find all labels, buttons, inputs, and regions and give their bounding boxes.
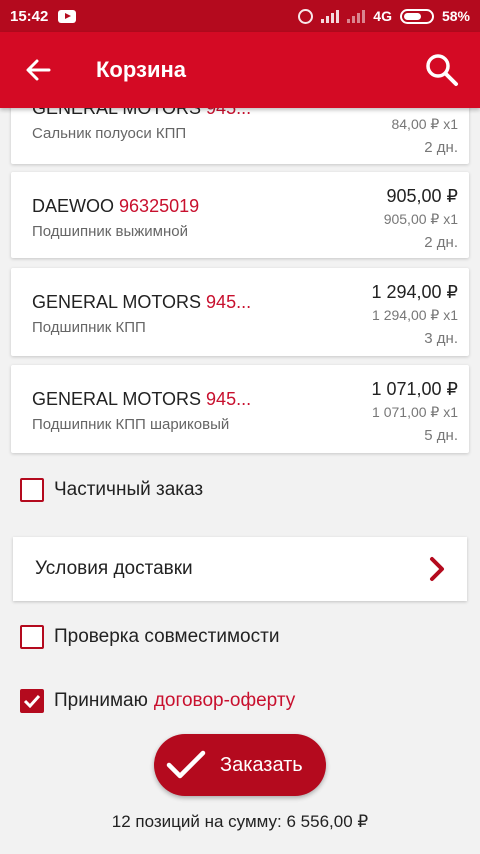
item-unit-price: 1 071,00 ₽ x1: [372, 404, 458, 420]
page-title: Корзина: [96, 57, 186, 82]
accept-offer-option[interactable]: Принимаю договор-оферту: [20, 689, 295, 713]
accept-offer-label: Принимаю: [54, 690, 148, 711]
cart-item[interactable]: DAEWOO 96325019 Подшипник выжимной 905,0…: [11, 172, 469, 258]
offer-contract-link[interactable]: договор-оферту: [154, 690, 295, 712]
item-delivery-days: 3 дн.: [424, 330, 458, 347]
item-unit-price: 84,00 ₽ x1: [391, 116, 458, 132]
partial-order-label: Частичный заказ: [54, 479, 204, 500]
search-button[interactable]: [404, 32, 480, 108]
item-code: 945...: [206, 292, 252, 312]
battery-icon: [399, 8, 434, 24]
item-code: 945...: [206, 389, 252, 409]
search-icon: [426, 54, 458, 86]
accept-offer-checkbox[interactable]: [20, 689, 44, 713]
item-delivery-days: 2 дн.: [424, 139, 458, 156]
app-toolbar: Корзина: [0, 32, 480, 108]
chevron-right-icon: [430, 557, 444, 581]
youtube-notification-icon: [58, 9, 77, 23]
status-time: 15:42: [10, 7, 49, 25]
cart-item[interactable]: GENERAL MOTORS 945... Подшипник КПП 1 29…: [11, 268, 469, 356]
network-type: 4G: [373, 8, 392, 24]
order-button-label: Заказать: [220, 753, 303, 776]
item-description: Сальник полуоси КПП: [32, 125, 187, 142]
delivery-conditions-button[interactable]: Условия доставки: [13, 537, 467, 601]
item-brand: GENERAL MOTORS 945...: [32, 389, 251, 410]
compatibility-option[interactable]: Проверка совместимости: [20, 625, 279, 649]
signal-icon-2: [347, 9, 366, 23]
compatibility-checkbox[interactable]: [20, 625, 44, 649]
item-brand-name: GENERAL MOTORS: [32, 292, 202, 312]
order-button[interactable]: Заказать: [154, 734, 326, 796]
item-description: Подшипник выжимной: [32, 223, 188, 240]
item-code: 96325019: [119, 196, 200, 216]
order-summary: 12 позиций на сумму: 6 556,00 ₽: [111, 812, 369, 831]
item-total-price: 905,00 ₽: [386, 186, 458, 206]
compatibility-label: Проверка совместимости: [54, 626, 280, 647]
arrow-back-icon: [26, 59, 51, 81]
item-brand-name: DAEWOO: [32, 196, 115, 216]
battery-level: 58%: [441, 8, 470, 24]
item-description: Подшипник КПП: [32, 319, 146, 336]
item-brand-name: GENERAL MOTORS: [32, 389, 202, 409]
status-indicators: 4G 58%: [298, 8, 470, 24]
item-delivery-days: 5 дн.: [424, 427, 458, 444]
check-icon: [166, 750, 206, 779]
check-icon: [23, 694, 41, 708]
cart-item[interactable]: GENERAL MOTORS 945... Подшипник КПП шари…: [11, 365, 469, 453]
signal-icon: [321, 9, 340, 23]
partial-order-option[interactable]: Частичный заказ: [20, 478, 203, 502]
item-delivery-days: 2 дн.: [424, 234, 458, 251]
item-unit-price: 905,00 ₽ x1: [383, 211, 458, 227]
delivery-conditions-label: Условия доставки: [35, 558, 193, 579]
item-total-price: 1 294,00 ₽: [371, 282, 458, 302]
item-description: Подшипник КПП шариковый: [32, 416, 230, 433]
item-unit-price: 1 294,00 ₽ x1: [372, 307, 458, 323]
back-button[interactable]: [0, 32, 76, 108]
item-brand: DAEWOO 96325019: [32, 196, 199, 217]
partial-order-checkbox[interactable]: [20, 478, 44, 502]
item-total-price: 1 071,00 ₽: [371, 379, 458, 399]
item-brand: GENERAL MOTORS 945...: [32, 292, 251, 313]
alarm-icon: [298, 8, 314, 24]
status-bar: 15:42 4G 58%: [0, 0, 480, 32]
